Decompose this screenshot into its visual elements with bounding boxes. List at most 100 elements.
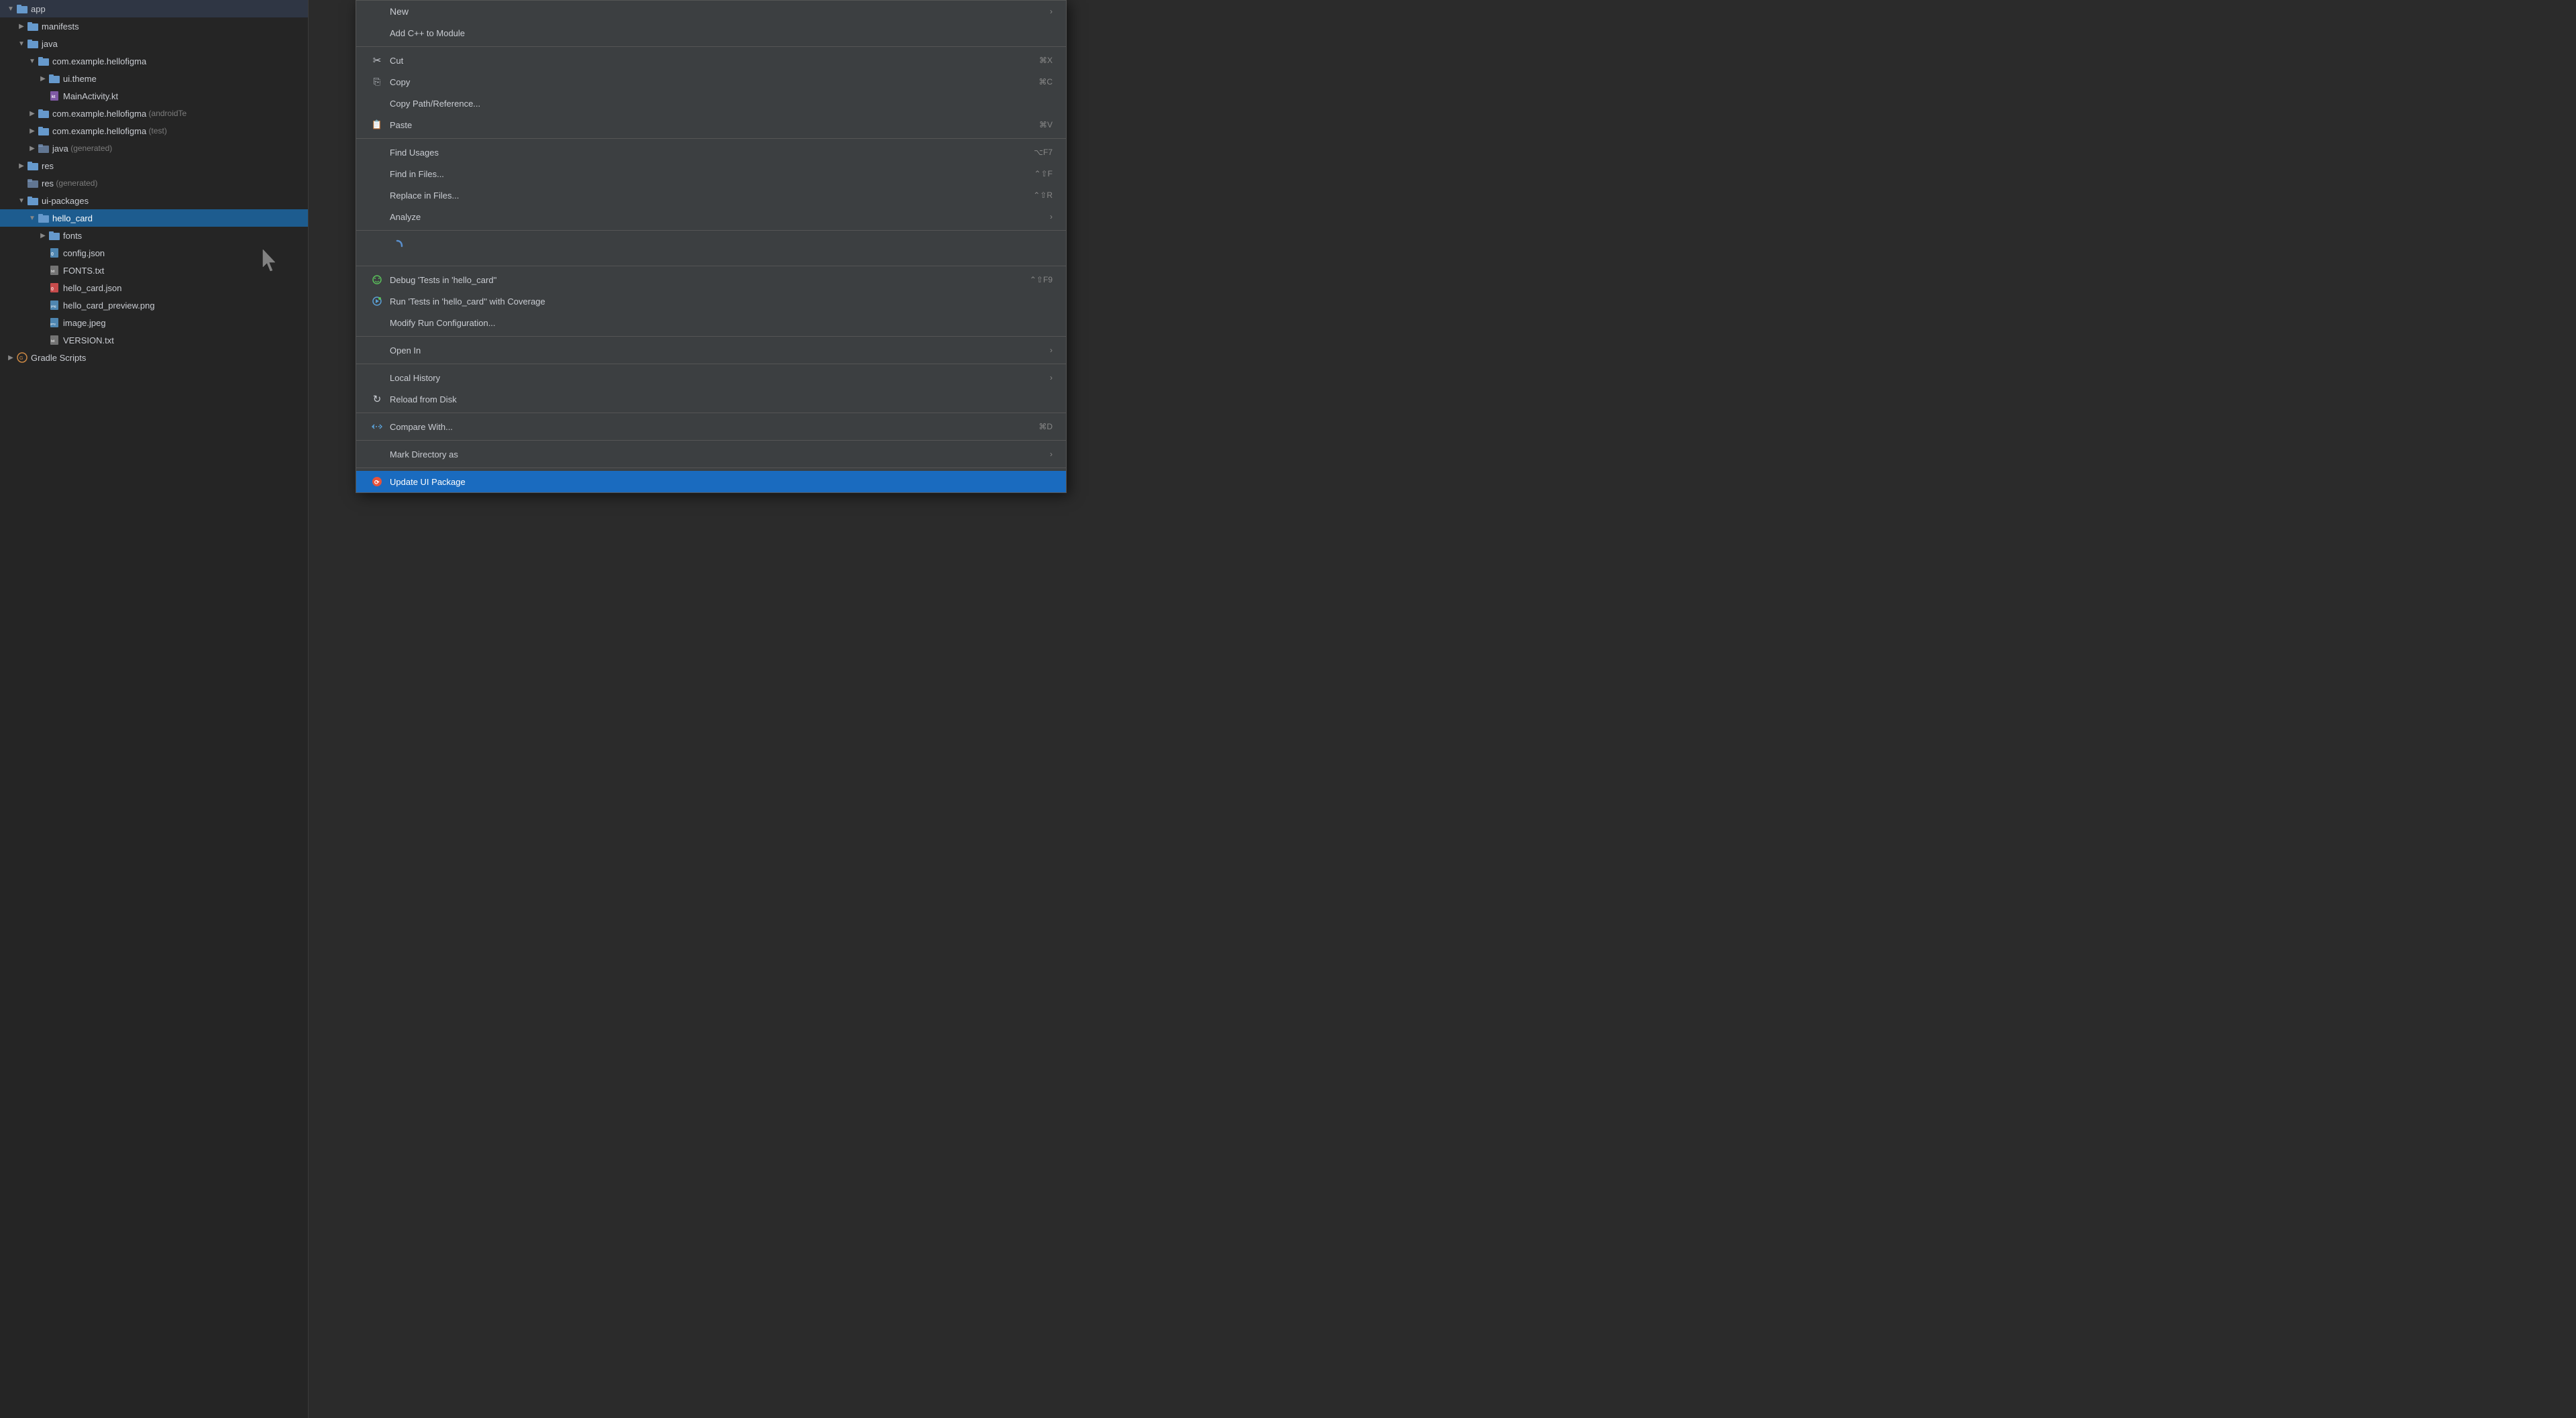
menu-item-copy-path[interactable]: Copy Path/Reference... <box>356 93 1066 114</box>
compare-icon <box>370 421 384 432</box>
open-in-label: Open In <box>390 345 1050 356</box>
tree-item-manifests[interactable]: manifests <box>0 17 308 35</box>
menu-item-debug-tests[interactable]: Debug 'Tests in 'hello_card'' ⌃⇧F9 <box>356 269 1066 290</box>
paste-shortcut: ⌘V <box>1039 120 1053 129</box>
tree-item-android-test[interactable]: com.example.hellofigma (androidTe <box>0 105 308 122</box>
separator-3 <box>356 230 1066 231</box>
tree-item-com-example-hellofigma[interactable]: com.example.hellofigma <box>0 52 308 70</box>
svg-text:txt: txt <box>51 270 55 274</box>
menu-item-paste[interactable]: 📋 Paste ⌘V <box>356 114 1066 135</box>
folder-icon-java-generated <box>38 142 50 154</box>
file-icon-main-activity: kt <box>48 90 60 102</box>
menu-item-cut[interactable]: ✂ Cut ⌘X <box>356 50 1066 71</box>
tree-label-com-example: com.example.hellofigma <box>52 56 146 66</box>
svg-text:⟳: ⟳ <box>374 479 380 486</box>
arrow-test <box>27 125 38 136</box>
file-icon-image-jpeg: jpeg <box>48 317 60 329</box>
tree-item-hello-card-preview[interactable]: png hello_card_preview.png <box>0 296 308 314</box>
menu-item-add-cpp[interactable]: Add C++ to Module <box>356 22 1066 44</box>
tree-item-test[interactable]: com.example.hellofigma (test) <box>0 122 308 140</box>
folder-icon-manifests <box>27 20 39 32</box>
menu-item-spinner <box>356 233 1066 263</box>
folder-icon-fonts <box>48 229 60 241</box>
tree-label-java: java <box>42 39 58 49</box>
tree-label-res-generated: res <box>42 178 54 188</box>
menu-item-open-in[interactable]: Open In › <box>356 339 1066 361</box>
tree-item-version-txt[interactable]: txt VERSION.txt <box>0 331 308 349</box>
update-ui-package-label: Update UI Package <box>390 477 1053 487</box>
separator-2 <box>356 138 1066 139</box>
reload-icon: ↻ <box>370 393 384 405</box>
tree-item-app[interactable]: app <box>0 0 308 17</box>
menu-item-new[interactable]: New › <box>356 1 1066 22</box>
tree-label-gradle-scripts: Gradle Scripts <box>31 353 86 363</box>
folder-icon-com-example <box>38 55 50 67</box>
menu-item-mark-directory-as[interactable]: Mark Directory as › <box>356 443 1066 465</box>
context-menu: New › Add C++ to Module ✂ Cut ⌘X ⎘ Copy … <box>356 0 1067 493</box>
file-icon-fonts-txt: txt <box>48 264 60 276</box>
separator-5 <box>356 336 1066 337</box>
menu-item-find-in-files[interactable]: Find in Files... ⌃⇧F <box>356 163 1066 184</box>
tree-item-hello-card-json[interactable]: {} hello_card.json <box>0 279 308 296</box>
tree-item-image-jpeg[interactable]: jpeg image.jpeg <box>0 314 308 331</box>
reload-from-disk-label: Reload from Disk <box>390 394 1053 404</box>
tree-item-fonts-txt[interactable]: txt FONTS.txt <box>0 262 308 279</box>
tree-item-hello-card[interactable]: hello_card <box>0 209 308 227</box>
modify-run-label: Modify Run Configuration... <box>390 318 1053 328</box>
menu-item-compare-with[interactable]: Compare With... ⌘D <box>356 416 1066 437</box>
tree-suffix-java-generated: (generated) <box>68 144 112 153</box>
tree-item-java-generated[interactable]: java (generated) <box>0 140 308 157</box>
folder-icon-res <box>27 160 39 172</box>
gradle-icon: G <box>16 351 28 364</box>
new-submenu-arrow: › <box>1050 7 1053 16</box>
menu-item-replace-in-files[interactable]: Replace in Files... ⌃⇧R <box>356 184 1066 206</box>
folder-icon-app <box>16 3 28 15</box>
find-usages-label: Find Usages <box>390 148 1007 158</box>
arrow-java <box>16 38 27 49</box>
arrow-res <box>16 160 27 171</box>
copy-icon: ⎘ <box>370 76 384 87</box>
arrow-manifests <box>16 21 27 32</box>
debug-tests-label: Debug 'Tests in 'hello_card'' <box>390 275 1003 285</box>
tree-label-config-json: config.json <box>63 248 105 258</box>
find-in-files-shortcut: ⌃⇧F <box>1034 169 1053 178</box>
menu-item-local-history[interactable]: Local History › <box>356 367 1066 388</box>
menu-item-run-tests-coverage[interactable]: Run 'Tests in 'hello_card'' with Coverag… <box>356 290 1066 312</box>
svg-text:G: G <box>19 356 23 361</box>
cut-icon: ✂ <box>370 54 384 66</box>
copy-shortcut: ⌘C <box>1038 77 1053 87</box>
tree-item-ui-packages[interactable]: ui-packages <box>0 192 308 209</box>
folder-icon-hello-card <box>38 212 50 224</box>
tree-item-java[interactable]: java <box>0 35 308 52</box>
arrow-android-test <box>27 108 38 119</box>
mark-directory-as-label: Mark Directory as <box>390 449 1050 459</box>
file-icon-hello-card-json: {} <box>48 282 60 294</box>
tree-item-main-activity[interactable]: kt MainActivity.kt <box>0 87 308 105</box>
analyze-label: Analyze <box>390 212 1050 222</box>
menu-item-reload-from-disk[interactable]: ↻ Reload from Disk <box>356 388 1066 410</box>
tree-item-ui-theme[interactable]: ui.theme <box>0 70 308 87</box>
svg-text:txt: txt <box>51 339 55 343</box>
menu-item-analyze[interactable]: Analyze › <box>356 206 1066 227</box>
tree-item-fonts[interactable]: fonts <box>0 227 308 244</box>
arrow-fonts <box>38 230 48 241</box>
tree-item-config-json[interactable]: {} config.json <box>0 244 308 262</box>
arrow-gradle-scripts <box>5 352 16 363</box>
tree-label-version-txt: VERSION.txt <box>63 335 114 345</box>
menu-item-modify-run[interactable]: Modify Run Configuration... <box>356 312 1066 333</box>
folder-icon-android-test <box>38 107 50 119</box>
arrow-java-generated <box>27 143 38 154</box>
tree-label-manifests: manifests <box>42 21 79 32</box>
menu-item-find-usages[interactable]: Find Usages ⌥F7 <box>356 142 1066 163</box>
tree-item-res[interactable]: res <box>0 157 308 174</box>
cut-label: Cut <box>390 56 1012 66</box>
folder-icon-ui-packages <box>27 195 39 207</box>
file-icon-config-json: {} <box>48 247 60 259</box>
svg-text:kt: kt <box>52 95 55 99</box>
tree-item-res-generated[interactable]: res (generated) <box>0 174 308 192</box>
folder-icon-ui-theme <box>48 72 60 85</box>
tree-suffix-test: (test) <box>146 126 167 135</box>
menu-item-copy[interactable]: ⎘ Copy ⌘C <box>356 71 1066 93</box>
menu-item-update-ui-package[interactable]: ⟳ Update UI Package <box>356 471 1066 492</box>
tree-item-gradle-scripts[interactable]: G Gradle Scripts <box>0 349 308 366</box>
